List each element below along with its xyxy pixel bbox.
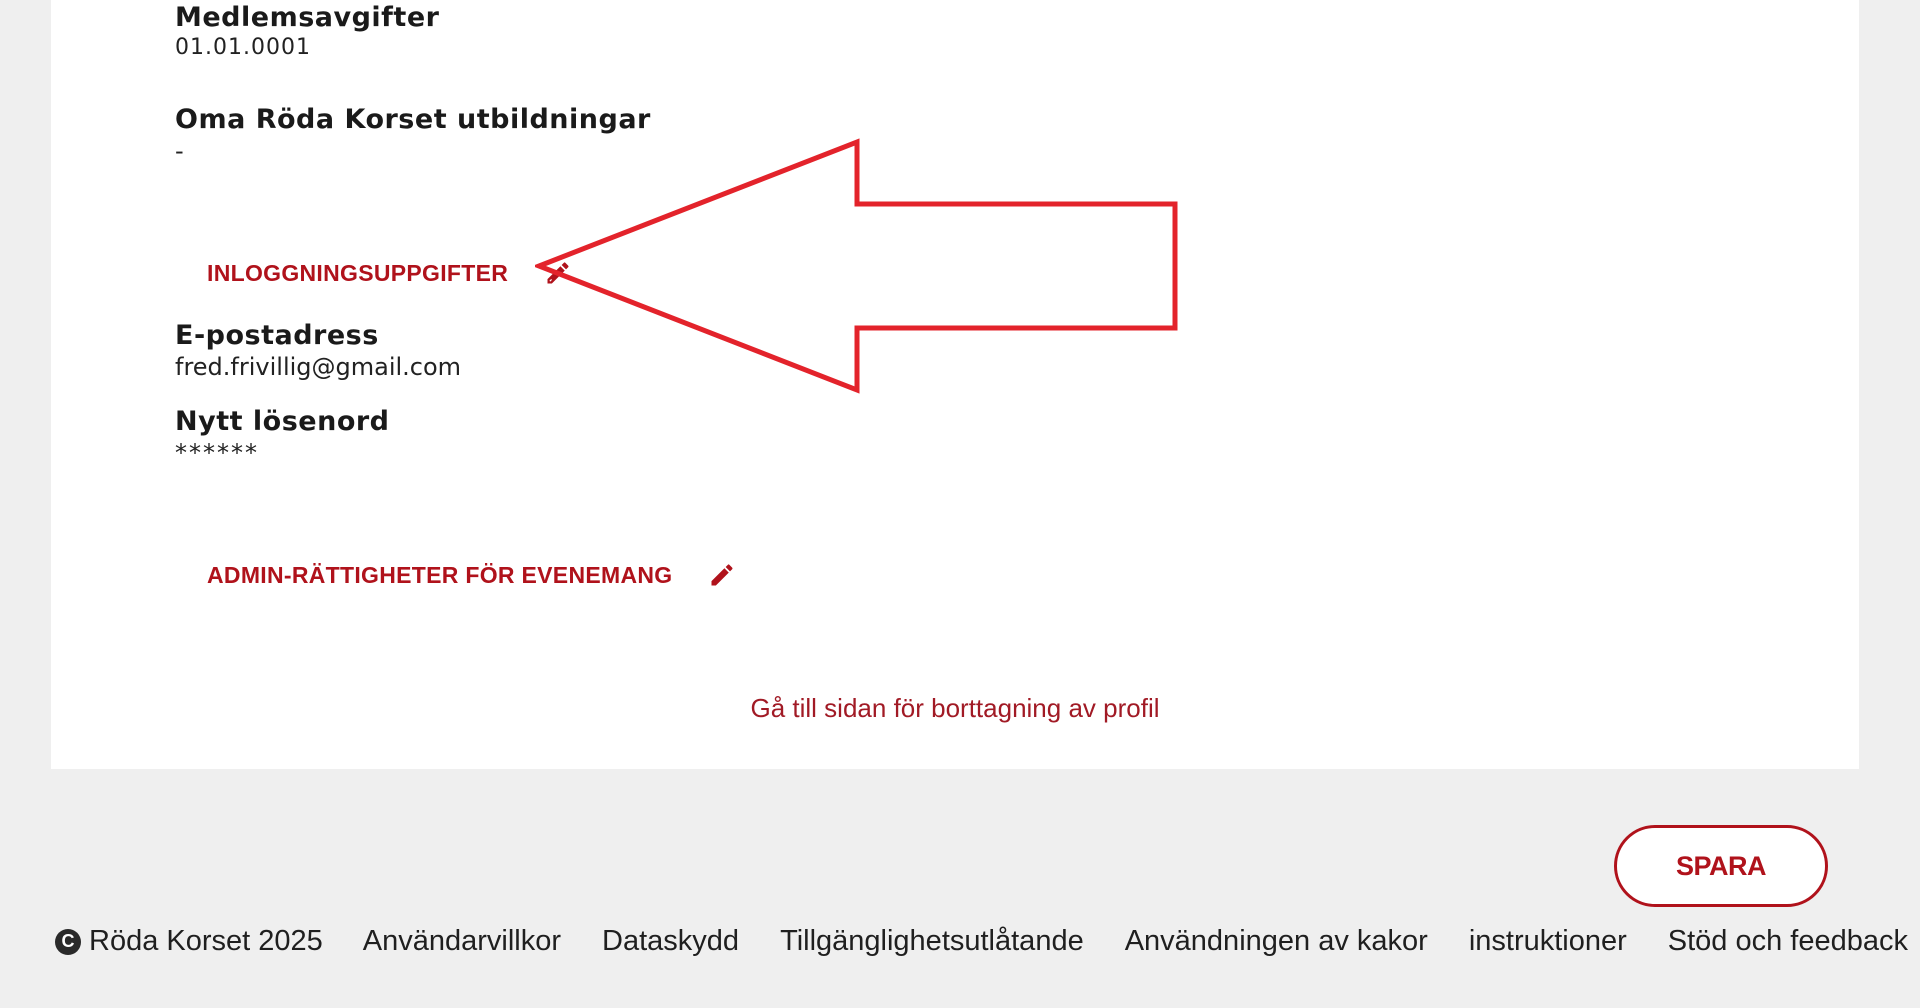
annotation-arrow-icon [535,138,1178,394]
email-value: fred.frivillig@gmail.com [175,353,462,382]
copyright-icon: C [55,928,81,955]
login-section-header[interactable]: INLOGGNINGSUPPGIFTER [207,259,572,287]
copyright: C Röda Korset 2025 [55,925,323,958]
footer: C Röda Korset 2025 Användarvillkor Datas… [55,925,1908,958]
delete-profile-link[interactable]: Gå till sidan för borttagning av profil [51,693,1859,724]
footer-link-cookies[interactable]: Användningen av kakor [1125,925,1428,958]
membership-fees-value: 01.01.0001 [175,35,311,61]
email-label: E-postadress [175,320,379,351]
password-field: Nytt lösenord ****** [175,406,390,470]
footer-link-support-feedback[interactable]: Stöd och feedback [1668,925,1908,958]
pencil-icon[interactable] [708,561,736,589]
membership-fees-field: Medlemsavgifter 01.01.0001 [175,2,439,63]
admin-section-header[interactable]: ADMIN-RÄTTIGHETER FÖR EVENEMANG [207,561,736,589]
copyright-text: Röda Korset 2025 [89,925,323,957]
footer-link-terms[interactable]: Användarvillkor [363,925,561,958]
admin-section-title: ADMIN-RÄTTIGHETER FÖR EVENEMANG [207,561,673,588]
footer-link-privacy[interactable]: Dataskydd [602,925,739,958]
password-label: Nytt lösenord [175,406,390,437]
footer-link-instructions[interactable]: instruktioner [1469,925,1627,958]
email-field: E-postadress fred.frivillig@gmail.com [175,320,461,384]
trainings-label: Oma Röda Korset utbildningar [175,104,651,135]
footer-link-accessibility[interactable]: Tillgänglighetsutlåtande [780,925,1084,958]
login-section-title: INLOGGNINGSUPPGIFTER [207,259,509,286]
membership-fees-label: Medlemsavgifter [175,2,440,33]
password-value: ****** [175,439,259,468]
save-button[interactable]: SPARA [1614,825,1828,907]
